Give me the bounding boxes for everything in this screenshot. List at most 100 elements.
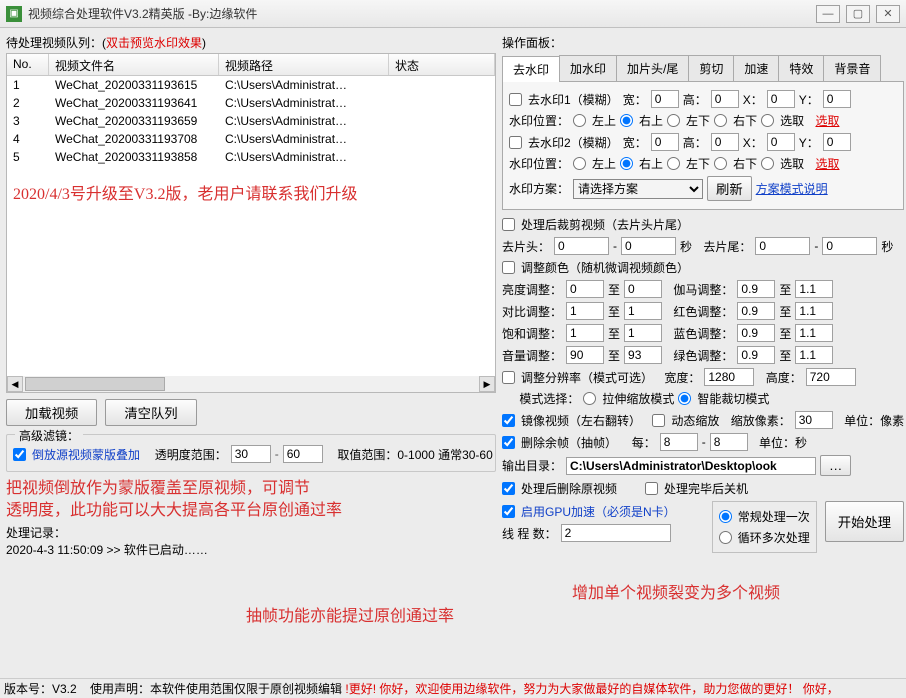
h-scrollbar[interactable]: ◀ ▶: [7, 376, 495, 392]
green-lo[interactable]: [737, 346, 775, 364]
scheme-help-link[interactable]: 方案模式说明: [756, 180, 828, 197]
gamma-hi[interactable]: [795, 280, 833, 298]
tab-3[interactable]: 剪切: [688, 55, 734, 81]
color-checkbox[interactable]: [502, 261, 515, 274]
tab-2[interactable]: 加片头/尾: [616, 55, 689, 81]
wm2-pos-pick[interactable]: [761, 157, 774, 170]
dynzoom-checkbox[interactable]: [652, 414, 665, 427]
tab-0[interactable]: 去水印: [502, 56, 560, 82]
table-row[interactable]: 4WeChat_20200331193708C:\Users\Administr…: [7, 130, 495, 148]
head-input2[interactable]: [621, 237, 676, 255]
bright-hi[interactable]: [624, 280, 662, 298]
sat-hi[interactable]: [624, 324, 662, 342]
tab-5[interactable]: 特效: [778, 55, 824, 81]
wm2-h-input[interactable]: [711, 133, 739, 151]
height-input[interactable]: [806, 368, 856, 386]
wm2-w-input[interactable]: [651, 133, 679, 151]
wm1-pos-br[interactable]: [714, 114, 727, 127]
tab-4[interactable]: 加速: [733, 55, 779, 81]
wm1-checkbox[interactable]: [509, 93, 522, 106]
scheme-select[interactable]: 请选择方案: [573, 179, 703, 199]
contrast-lo[interactable]: [566, 302, 604, 320]
process-once-radio[interactable]: [719, 510, 732, 523]
table-row[interactable]: 5WeChat_20200331193858C:\Users\Administr…: [7, 148, 495, 166]
video-table: No. 视频文件名 视频路径 状态 1WeChat_20200331193615…: [6, 53, 496, 393]
close-button[interactable]: ✕: [876, 5, 900, 23]
maximize-button[interactable]: ▢: [846, 5, 870, 23]
table-row[interactable]: 1WeChat_20200331193615C:\Users\Administr…: [7, 76, 495, 94]
blue-hi[interactable]: [795, 324, 833, 342]
start-button[interactable]: 开始处理: [825, 501, 904, 542]
col-state[interactable]: 状态: [389, 54, 495, 75]
mode-smart[interactable]: [678, 392, 691, 405]
output-dir-input[interactable]: [566, 457, 816, 475]
bright-lo[interactable]: [566, 280, 604, 298]
blue-lo[interactable]: [737, 324, 775, 342]
wm1-x-input[interactable]: [767, 90, 795, 108]
wm1-w-input[interactable]: [651, 90, 679, 108]
wm2-y-input[interactable]: [823, 133, 851, 151]
load-video-button[interactable]: 加载视频: [6, 399, 97, 426]
wm1-y-input[interactable]: [823, 90, 851, 108]
mirror-checkbox[interactable]: [502, 414, 515, 427]
wm1-pos-bl[interactable]: [667, 114, 680, 127]
wm1-pos-pick[interactable]: [761, 114, 774, 127]
tab-6[interactable]: 背景音: [823, 55, 881, 81]
scroll-right-icon[interactable]: ▶: [479, 376, 495, 392]
wm2-pos-br[interactable]: [714, 157, 727, 170]
app-icon: ▣: [6, 6, 22, 22]
zoom-input[interactable]: [795, 411, 833, 429]
process-loop-radio[interactable]: [719, 531, 732, 544]
res-checkbox[interactable]: [502, 371, 515, 384]
vol-hi[interactable]: [624, 346, 662, 364]
dropframe-checkbox[interactable]: [502, 436, 515, 449]
wm1-pos-tr[interactable]: [620, 114, 633, 127]
col-name[interactable]: 视频文件名: [49, 54, 219, 75]
vol-lo[interactable]: [566, 346, 604, 364]
every-hi[interactable]: [710, 433, 748, 451]
col-path[interactable]: 视频路径: [219, 54, 389, 75]
tail-input2[interactable]: [822, 237, 877, 255]
minimize-button[interactable]: —: [816, 5, 840, 23]
shutdown-checkbox[interactable]: [645, 482, 658, 495]
scroll-thumb[interactable]: [25, 377, 165, 391]
overlay-checkbox[interactable]: [13, 448, 26, 461]
wm1-pos-tl[interactable]: [573, 114, 586, 127]
opacity-lo-input[interactable]: [231, 445, 271, 463]
table-row[interactable]: 2WeChat_20200331193641C:\Users\Administr…: [7, 94, 495, 112]
refresh-button[interactable]: 刷新: [707, 176, 752, 201]
contrast-hi[interactable]: [624, 302, 662, 320]
wm2-x-input[interactable]: [767, 133, 795, 151]
tab-1[interactable]: 加水印: [559, 55, 617, 81]
browse-button[interactable]: …: [820, 455, 851, 476]
red-hi[interactable]: [795, 302, 833, 320]
gamma-lo[interactable]: [737, 280, 775, 298]
every-lo[interactable]: [660, 433, 698, 451]
scroll-left-icon[interactable]: ◀: [7, 376, 23, 392]
queue-label: 待处理视频队列：(双击预览水印效果): [6, 32, 496, 53]
gpu-checkbox[interactable]: [502, 505, 515, 518]
green-hi[interactable]: [795, 346, 833, 364]
col-no[interactable]: No.: [7, 54, 49, 75]
wm2-checkbox[interactable]: [509, 136, 522, 149]
threads-input[interactable]: [561, 524, 671, 542]
red-lo[interactable]: [737, 302, 775, 320]
overlay-note-1: 把视频倒放作为蒙版覆盖至原视频，可调节: [6, 478, 496, 500]
clear-queue-button[interactable]: 清空队列: [105, 399, 196, 426]
opacity-hi-input[interactable]: [283, 445, 323, 463]
filter-group: 高级滤镜： 倒放源视频蒙版叠加 透明度范围： - 取值范围：0-1000 通常3…: [6, 434, 496, 472]
wm2-pick-link[interactable]: 选取: [815, 155, 839, 172]
wm2-pos-tl[interactable]: [573, 157, 586, 170]
head-input[interactable]: [554, 237, 609, 255]
mode-stretch[interactable]: [583, 392, 596, 405]
wm1-h-input[interactable]: [711, 90, 739, 108]
crop-checkbox[interactable]: [502, 218, 515, 231]
del-src-checkbox[interactable]: [502, 482, 515, 495]
width-input[interactable]: [704, 368, 754, 386]
wm1-pick-link[interactable]: 选取: [815, 112, 839, 129]
wm2-pos-bl[interactable]: [667, 157, 680, 170]
table-row[interactable]: 3WeChat_20200331193659C:\Users\Administr…: [7, 112, 495, 130]
tail-input[interactable]: [755, 237, 810, 255]
sat-lo[interactable]: [566, 324, 604, 342]
wm2-pos-tr[interactable]: [620, 157, 633, 170]
